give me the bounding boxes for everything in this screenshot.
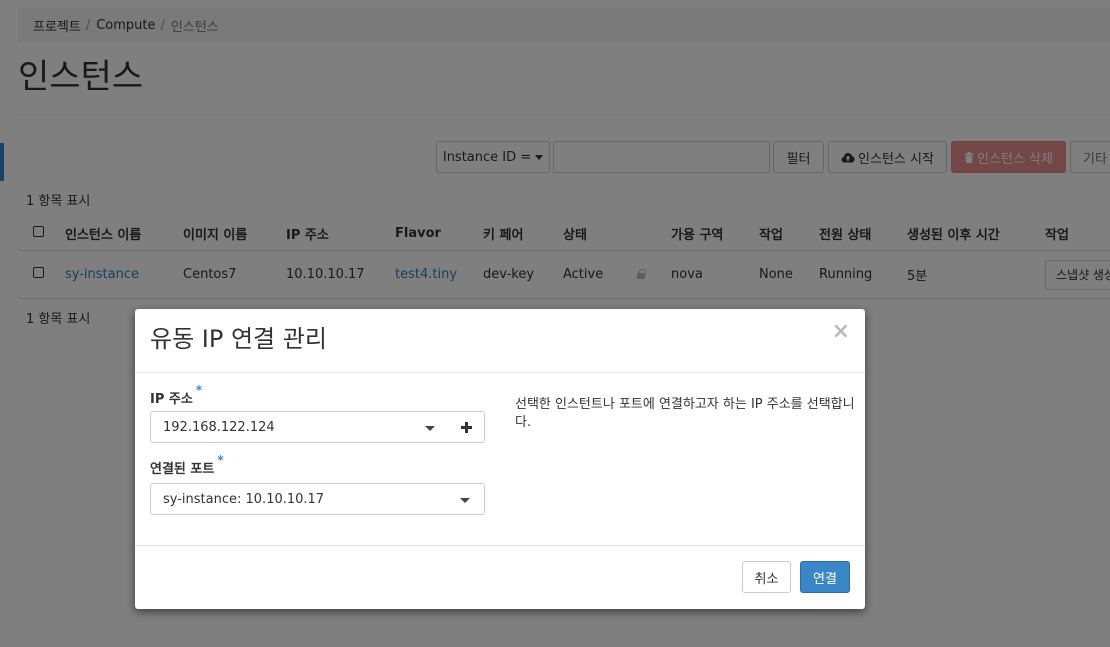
caret-down-icon [460, 498, 470, 503]
ip-address-label-text: IP 주소 [150, 392, 193, 407]
ip-address-label: IP 주소* [150, 383, 202, 407]
associate-floating-ip-dialog: 유동 IP 연결 관리 × IP 주소* 192.168.122.124 연결된… [135, 309, 865, 609]
required-mark: * [217, 453, 224, 467]
allocate-ip-button[interactable] [449, 411, 485, 443]
caret-down-icon [425, 426, 435, 431]
cancel-button[interactable]: 취소 [742, 561, 791, 593]
required-mark: * [195, 383, 203, 397]
modal-header-divider [135, 372, 865, 373]
close-icon[interactable]: × [832, 319, 850, 345]
ip-address-value: 192.168.122.124 [163, 419, 275, 435]
associate-button[interactable]: 연결 [800, 561, 850, 593]
help-text: 선택한 인스턴트나 포트에 연결하고자 하는 IP 주소를 선택합니다. [515, 397, 855, 430]
plus-icon [461, 421, 472, 433]
port-select[interactable]: sy-instance: 10.10.10.17 [150, 483, 485, 515]
modal-footer-divider [135, 545, 865, 546]
port-label-text: 연결된 포트 [150, 462, 215, 477]
modal-title: 유동 IP 연결 관리 [150, 325, 327, 353]
port-label: 연결된 포트* [150, 453, 224, 477]
ip-address-select[interactable]: 192.168.122.124 [150, 411, 450, 443]
port-value: sy-instance: 10.10.10.17 [163, 491, 325, 507]
